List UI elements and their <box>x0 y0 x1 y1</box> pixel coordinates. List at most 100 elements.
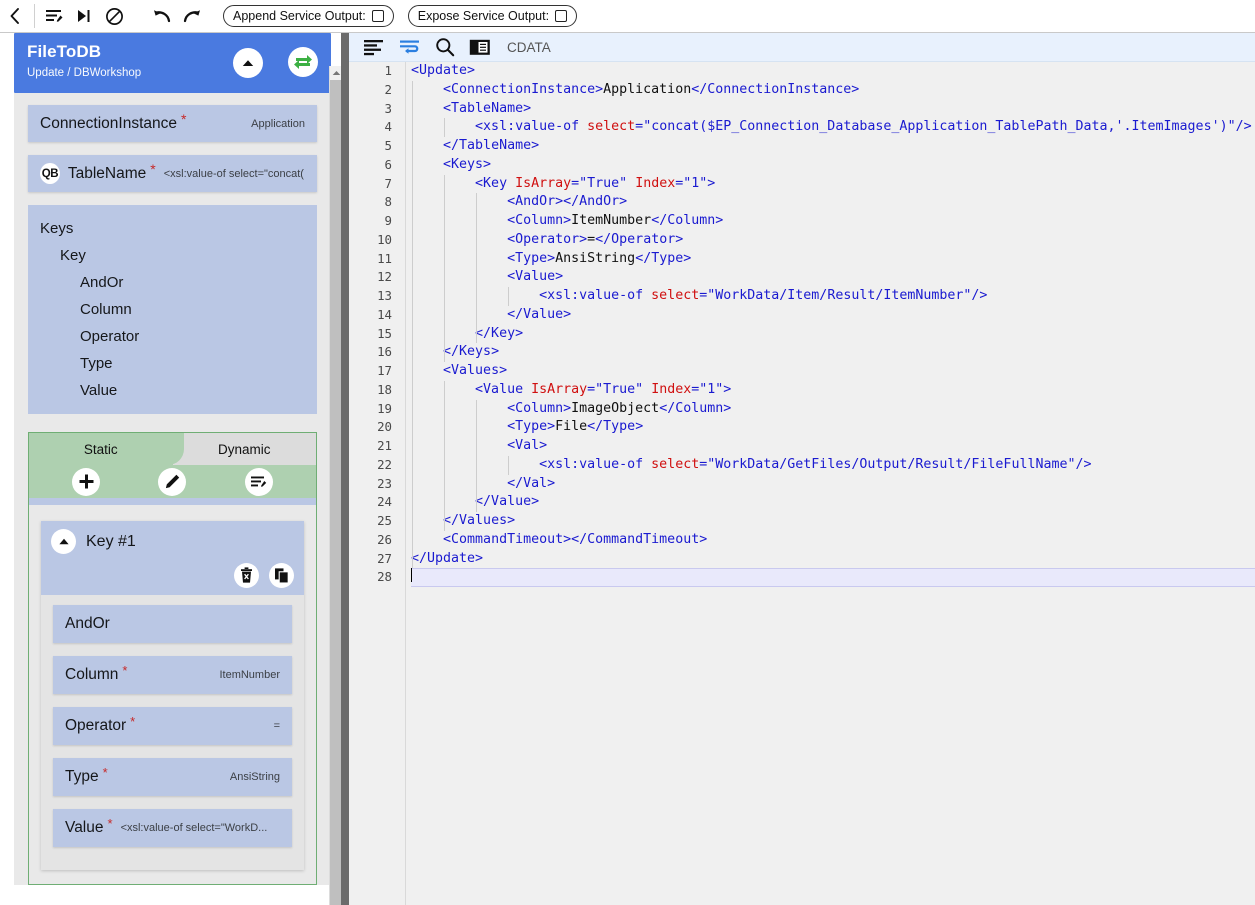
code-line[interactable]: <Values> <box>411 362 1255 381</box>
code-line[interactable]: <ConnectionInstance>Application</Connect… <box>411 81 1255 100</box>
line-number: 22 <box>377 456 392 472</box>
code-line[interactable]: <xsl:value-of select="concat($EP_Connect… <box>411 118 1255 137</box>
code-area[interactable]: 1 2 3 4 5 6 7 8 9 10 11 12 13 14 15 16 17 18 19 20 21 22 23 24 2… <box>349 62 1255 905</box>
chevron-up-icon[interactable] <box>51 529 76 554</box>
field-tablename[interactable]: QB TableName * <xsl:value-of select="con… <box>28 155 317 192</box>
code-line[interactable]: </TableName> <box>411 137 1255 156</box>
field-label: AndOr <box>65 615 110 632</box>
code-line[interactable]: </Value> <box>411 306 1255 325</box>
service-title: FileToDB <box>27 42 102 61</box>
line-number: 26 <box>377 531 392 547</box>
field-connectioninstance[interactable]: ConnectionInstance * Application <box>28 105 317 142</box>
key-card-fields: AndOr Column * ItemNumber Operator * = T… <box>41 595 304 862</box>
undo-icon[interactable] <box>147 2 177 30</box>
edit-lines-icon[interactable] <box>39 2 69 30</box>
code-line[interactable]: <xsl:value-of select="WorkData/Item/Resu… <box>411 287 1255 306</box>
query-builder-icon[interactable]: QB <box>40 163 60 184</box>
indent-guide <box>508 455 509 475</box>
keyfield-column[interactable]: Column * ItemNumber <box>53 656 292 694</box>
tab-static[interactable]: Static <box>29 433 183 465</box>
line-number: 5 <box>384 138 392 153</box>
code-lines[interactable]: <Update> <ConnectionInstance>Application… <box>411 62 1255 587</box>
align-left-icon[interactable] <box>363 35 385 59</box>
panel-divider[interactable] <box>341 33 349 905</box>
redo-icon[interactable] <box>177 2 207 30</box>
chevron-up-icon[interactable] <box>233 48 263 78</box>
sync-icon[interactable] <box>288 47 318 77</box>
edit-lines-icon[interactable] <box>244 467 273 496</box>
line-number: 21 <box>377 438 392 453</box>
delete-icon[interactable] <box>234 563 259 588</box>
structure-tree: Keys Key AndOr Column Operator Type Valu… <box>28 205 317 414</box>
code-line[interactable]: </Value> <box>411 493 1255 512</box>
line-number: 17 <box>377 363 392 378</box>
code-line[interactable]: </Key> <box>411 325 1255 344</box>
code-line[interactable]: <Update> <box>411 62 1255 81</box>
editor-toolbar: CDATA <box>349 33 1255 62</box>
text-caret <box>411 568 412 583</box>
tree-node-key[interactable]: Key <box>28 242 317 269</box>
tree-node-operator[interactable]: Operator <box>28 323 317 350</box>
expose-service-output-checkbox[interactable] <box>555 10 568 22</box>
keyfield-value[interactable]: Value * <xsl:value-of select="WorkD... <box>53 809 292 847</box>
tree-node-column[interactable]: Column <box>28 296 317 323</box>
code-line[interactable]: <AndOr></AndOr> <box>411 193 1255 212</box>
append-service-output-label: Append Service Output: <box>233 9 366 23</box>
disable-icon[interactable] <box>99 2 129 30</box>
required-indicator: * <box>130 714 136 729</box>
toolbar-divider <box>34 4 35 28</box>
keyfield-operator[interactable]: Operator * = <box>53 707 292 745</box>
expose-service-output-toggle[interactable]: Expose Service Output: <box>407 5 578 27</box>
code-line[interactable]: <Key IsArray="True" Index="1"> <box>411 175 1255 194</box>
code-line[interactable]: <Val> <box>411 437 1255 456</box>
properties-body: ConnectionInstance * Application QB Tabl… <box>14 93 331 885</box>
code-line[interactable]: <Operator>=</Operator> <box>411 231 1255 250</box>
copy-icon[interactable] <box>269 563 294 588</box>
code-line[interactable]: </Keys> <box>411 343 1255 362</box>
code-line[interactable]: <Value IsArray="True" Index="1"> <box>411 381 1255 400</box>
indent-guide <box>476 193 477 344</box>
keyfield-type[interactable]: Type * AnsiString <box>53 758 292 796</box>
required-indicator: * <box>150 161 156 177</box>
code-line[interactable]: <CommandTimeout></CommandTimeout> <box>411 531 1255 550</box>
code-line[interactable]: <Type>File</Type> <box>411 418 1255 437</box>
code-line[interactable]: <Keys> <box>411 156 1255 175</box>
cdata-label: CDATA <box>507 39 551 55</box>
tab-dynamic[interactable]: Dynamic <box>172 433 316 465</box>
code-line[interactable]: <Value> <box>411 268 1255 287</box>
line-number: 18 <box>377 381 392 397</box>
cdata-panel-icon[interactable] <box>469 35 491 59</box>
line-number: 6 <box>384 156 392 172</box>
code-line[interactable]: <Column>ImageObject</Column> <box>411 400 1255 419</box>
tree-node-keys[interactable]: Keys <box>28 215 317 242</box>
code-line[interactable] <box>411 568 1255 587</box>
keyfield-andor[interactable]: AndOr <box>53 605 292 643</box>
field-value: ItemNumber <box>219 669 280 681</box>
append-service-output-toggle[interactable]: Append Service Output: <box>223 5 394 27</box>
line-number: 2 <box>384 81 392 97</box>
edit-pencil-icon[interactable] <box>158 467 187 496</box>
code-line[interactable]: </Val> <box>411 475 1255 494</box>
back-icon[interactable] <box>0 2 30 30</box>
word-wrap-icon[interactable] <box>399 35 421 59</box>
field-label: TableName <box>67 164 147 182</box>
code-line[interactable]: </Update> <box>411 550 1255 569</box>
add-icon[interactable] <box>72 467 101 496</box>
search-icon[interactable] <box>435 35 455 59</box>
key-card-actions <box>234 563 294 588</box>
line-number: 8 <box>384 194 392 210</box>
tree-node-type[interactable]: Type <box>28 350 317 377</box>
tree-node-value[interactable]: Value <box>28 377 317 404</box>
code-line[interactable]: <TableName> <box>411 100 1255 119</box>
line-number: 19 <box>377 400 392 416</box>
step-forward-icon[interactable] <box>69 2 99 30</box>
code-line[interactable]: <Type>AnsiString</Type> <box>411 250 1255 269</box>
append-service-output-checkbox[interactable] <box>371 10 384 22</box>
code-line[interactable]: </Values> <box>411 512 1255 531</box>
field-label: Value <box>65 819 104 836</box>
tree-node-andor[interactable]: AndOr <box>28 269 317 296</box>
field-value: = <box>273 720 280 732</box>
code-line[interactable]: <xsl:value-of select="WorkData/GetFiles/… <box>411 456 1255 475</box>
code-line[interactable]: <Column>ItemNumber</Column> <box>411 212 1255 231</box>
line-number: 23 <box>377 475 392 491</box>
